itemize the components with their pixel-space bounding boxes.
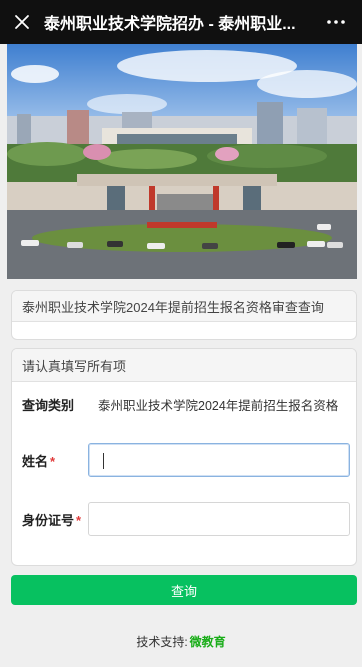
campus-banner-image (7, 44, 357, 279)
name-label-text: 姓名 (22, 453, 49, 469)
required-mark: * (50, 453, 56, 469)
name-label: 姓名 * (22, 451, 55, 470)
id-number-input[interactable] (88, 502, 350, 536)
id-number-label: 身份证号 * (22, 510, 81, 529)
text-caret (103, 453, 104, 469)
name-input[interactable] (88, 443, 350, 477)
notice-panel: 泰州职业技术学院2024年提前招生报名资格审查查询 (11, 290, 357, 340)
id-number-row: 身份证号 * (12, 501, 356, 537)
name-row: 姓名 * (12, 442, 356, 478)
close-icon (15, 15, 29, 29)
query-button[interactable]: 查询 (11, 575, 357, 605)
page-title: 泰州职业技术学院招办 - 泰州职业... (44, 16, 296, 33)
top-bar: 泰州职业技术学院招办 - 泰州职业... (0, 0, 362, 44)
query-category-label: 查询类别 (22, 397, 75, 413)
close-button[interactable] (0, 0, 44, 44)
tech-support-label: 技术支持: (136, 635, 188, 649)
query-category-row: 查询类别 泰州职业技术学院2024年提前招生报名资格 (12, 393, 356, 415)
query-category-value[interactable]: 泰州职业技术学院2024年提前招生报名资格 (98, 395, 338, 414)
more-icon (327, 20, 345, 24)
form-instruction: 请认真填写所有项 (12, 349, 356, 382)
required-mark: * (76, 512, 82, 528)
query-form: 请认真填写所有项 查询类别 泰州职业技术学院2024年提前招生报名资格 姓名 * … (11, 348, 357, 566)
more-button[interactable] (310, 0, 362, 44)
id-number-label-text: 身份证号 (22, 512, 75, 528)
tech-support-brand-link[interactable]: 微教育 (190, 635, 226, 649)
tech-support-footer: 技术支持: 微教育 (0, 633, 362, 650)
notice-title: 泰州职业技术学院2024年提前招生报名资格审查查询 (12, 291, 356, 322)
